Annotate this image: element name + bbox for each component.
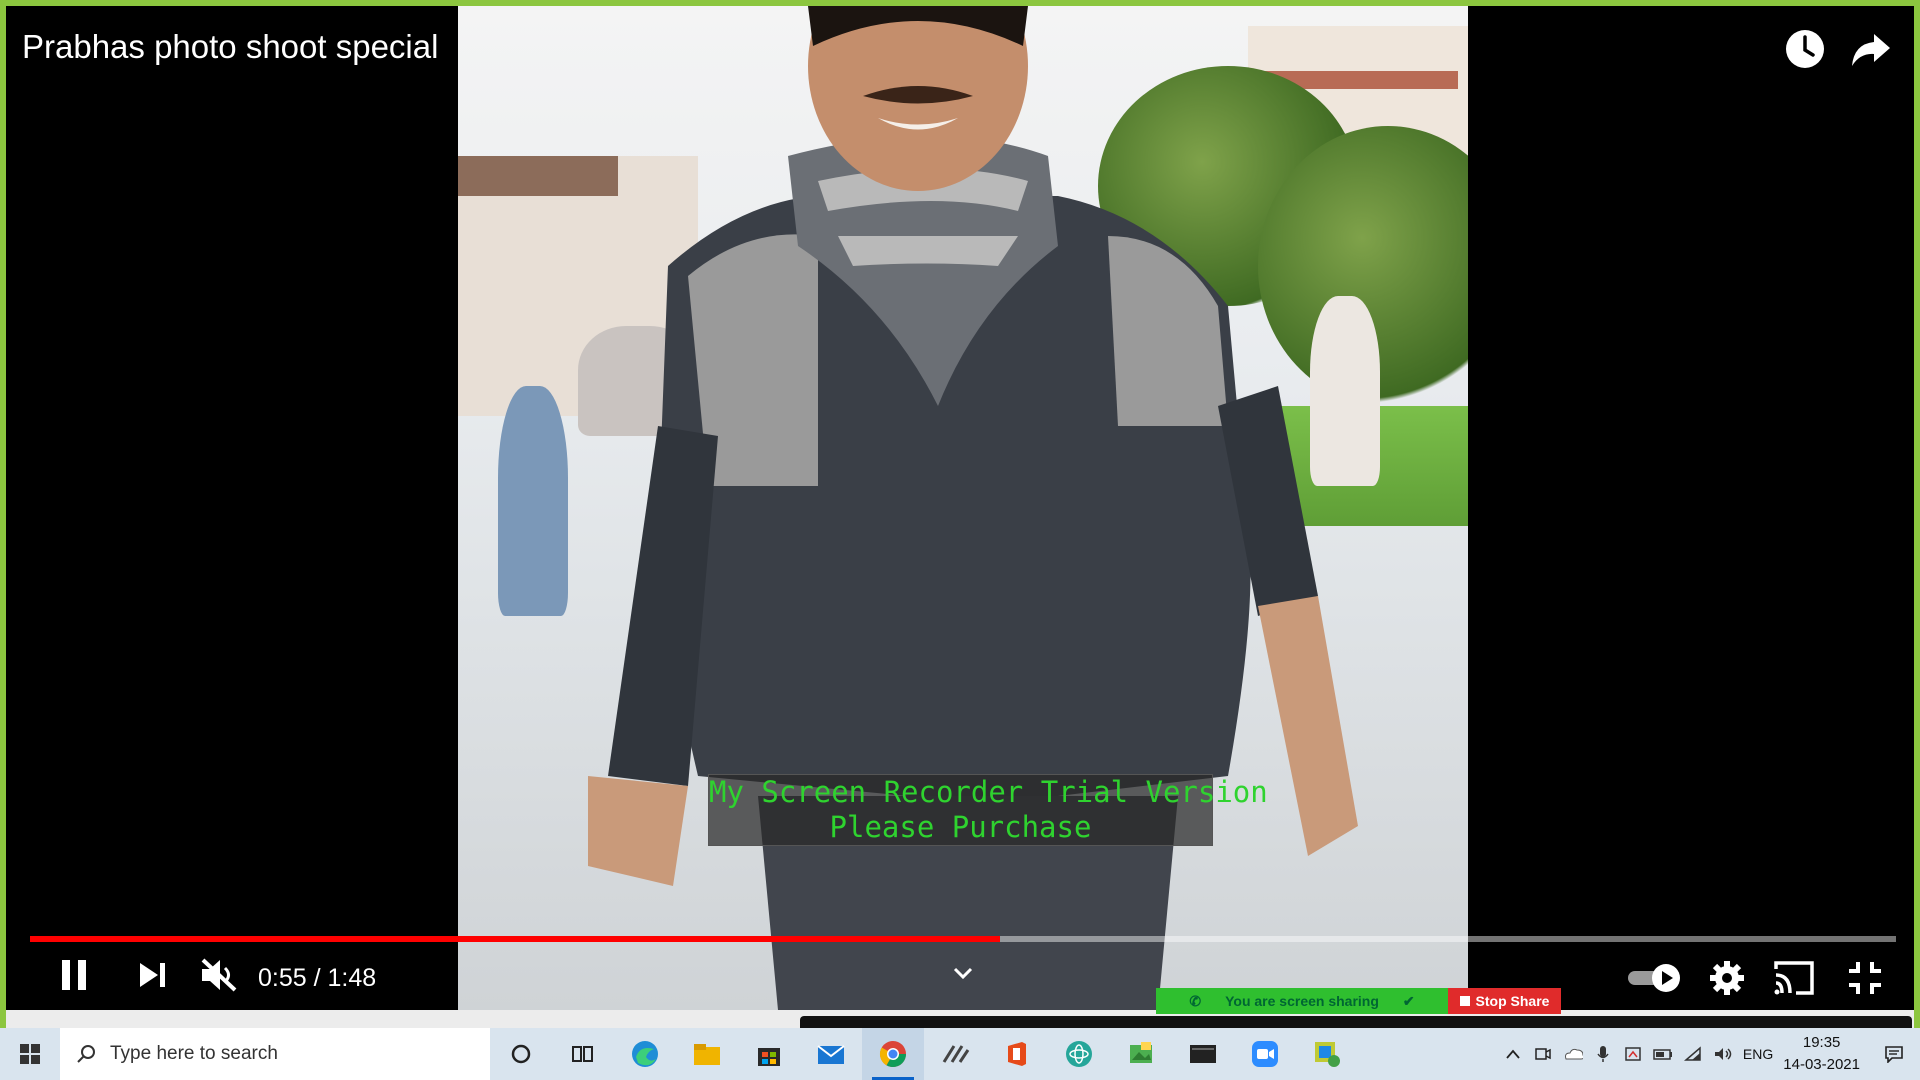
main-person-illustration (588, 6, 1358, 1010)
phone-icon: ✆ (1189, 992, 1202, 1009)
next-icon[interactable] (136, 958, 170, 997)
video-frame[interactable] (458, 6, 1468, 1010)
image-editor-icon[interactable] (1110, 1028, 1172, 1080)
battery-icon[interactable] (1653, 1044, 1673, 1064)
chrome-icon[interactable] (862, 1028, 924, 1080)
system-tray: ENG 19:35 14-03-2021 (1503, 1028, 1920, 1080)
time-display: 0:55 / 1:48 (258, 964, 377, 992)
taskbar-search[interactable]: Type here to search (60, 1028, 490, 1080)
taskbar-clock[interactable]: 19:35 14-03-2021 (1783, 1032, 1860, 1076)
windows-logo-icon (20, 1044, 40, 1064)
zoom-app-icon[interactable] (1234, 1028, 1296, 1080)
language-indicator[interactable]: ENG (1743, 1046, 1773, 1062)
stop-icon (1459, 996, 1470, 1006)
task-view-icon[interactable] (552, 1028, 614, 1080)
clock-time: 19:35 (1802, 1034, 1841, 1051)
sweater-shoulder-right (1108, 236, 1228, 426)
shield-icon: ✔ (1402, 992, 1415, 1009)
chevron-up-icon[interactable] (1503, 1044, 1523, 1064)
chevron-down-icon[interactable] (951, 964, 975, 989)
stop-share-label: Stop Share (1475, 993, 1550, 1009)
network-status-icon[interactable] (1623, 1044, 1643, 1064)
onedrive-icon[interactable] (1563, 1044, 1583, 1064)
clock-date: 14-03-2021 (1783, 1056, 1860, 1073)
progress-bar[interactable] (30, 936, 1896, 942)
notifications-icon[interactable] (1884, 1044, 1904, 1064)
video-title[interactable]: Prabhas photo shoot special (22, 28, 438, 66)
watermark-line-1: My Screen Recorder Trial Version (709, 775, 1268, 809)
meet-now-icon[interactable] (1533, 1044, 1553, 1064)
watermark-line-2: Please Purchase (829, 810, 1092, 844)
pause-icon[interactable] (58, 956, 92, 999)
app-stripes-icon[interactable] (924, 1028, 986, 1080)
screen-recorder-icon[interactable] (1296, 1028, 1358, 1080)
scarf-stripe (838, 236, 1018, 266)
mail-icon[interactable] (800, 1028, 862, 1080)
share-icon[interactable] (1848, 26, 1894, 72)
file-explorer-icon[interactable] (676, 1028, 738, 1080)
search-icon (77, 1045, 95, 1063)
office-icon[interactable] (986, 1028, 1048, 1080)
left-hand (588, 776, 688, 886)
start-button[interactable] (0, 1028, 60, 1080)
progress-played (30, 936, 1001, 942)
trial-watermark: My Screen Recorder Trial Version Please … (708, 774, 1268, 846)
watch-later-icon[interactable] (1782, 26, 1828, 72)
zoom-share-bar[interactable]: ✆ You are screen sharing ✔ Stop Share (1156, 988, 1561, 1014)
wifi-icon[interactable] (1683, 1044, 1703, 1064)
cast-icon[interactable] (1772, 959, 1816, 1002)
microphone-icon[interactable] (1593, 1044, 1613, 1064)
windows-taskbar: Type here to search ENG 19:35 14-03-2021 (0, 1028, 1920, 1080)
settings-icon[interactable] (1708, 959, 1746, 1002)
autoplay-toggle[interactable] (1626, 961, 1684, 1000)
zoom-toolbar-edge (800, 1016, 1912, 1028)
stop-share-button[interactable]: Stop Share (1448, 988, 1561, 1014)
edge-icon[interactable] (614, 1028, 676, 1080)
exit-fullscreen-icon[interactable] (1846, 959, 1884, 1002)
volume-icon[interactable] (1713, 1044, 1733, 1064)
atom-app-icon[interactable] (1048, 1028, 1110, 1080)
cortana-icon[interactable] (490, 1028, 552, 1080)
terminal-icon[interactable] (1172, 1028, 1234, 1080)
search-placeholder: Type here to search (110, 1043, 278, 1064)
zoom-sharing-indicator[interactable]: ✆ You are screen sharing ✔ (1156, 988, 1448, 1014)
video-player[interactable]: Prabhas photo shoot special My Screen Re… (6, 6, 1914, 1010)
right-forearm (1258, 596, 1358, 856)
zoom-sharing-label: You are screen sharing (1225, 993, 1379, 1009)
mute-icon[interactable] (198, 956, 240, 999)
store-icon[interactable] (738, 1028, 800, 1080)
